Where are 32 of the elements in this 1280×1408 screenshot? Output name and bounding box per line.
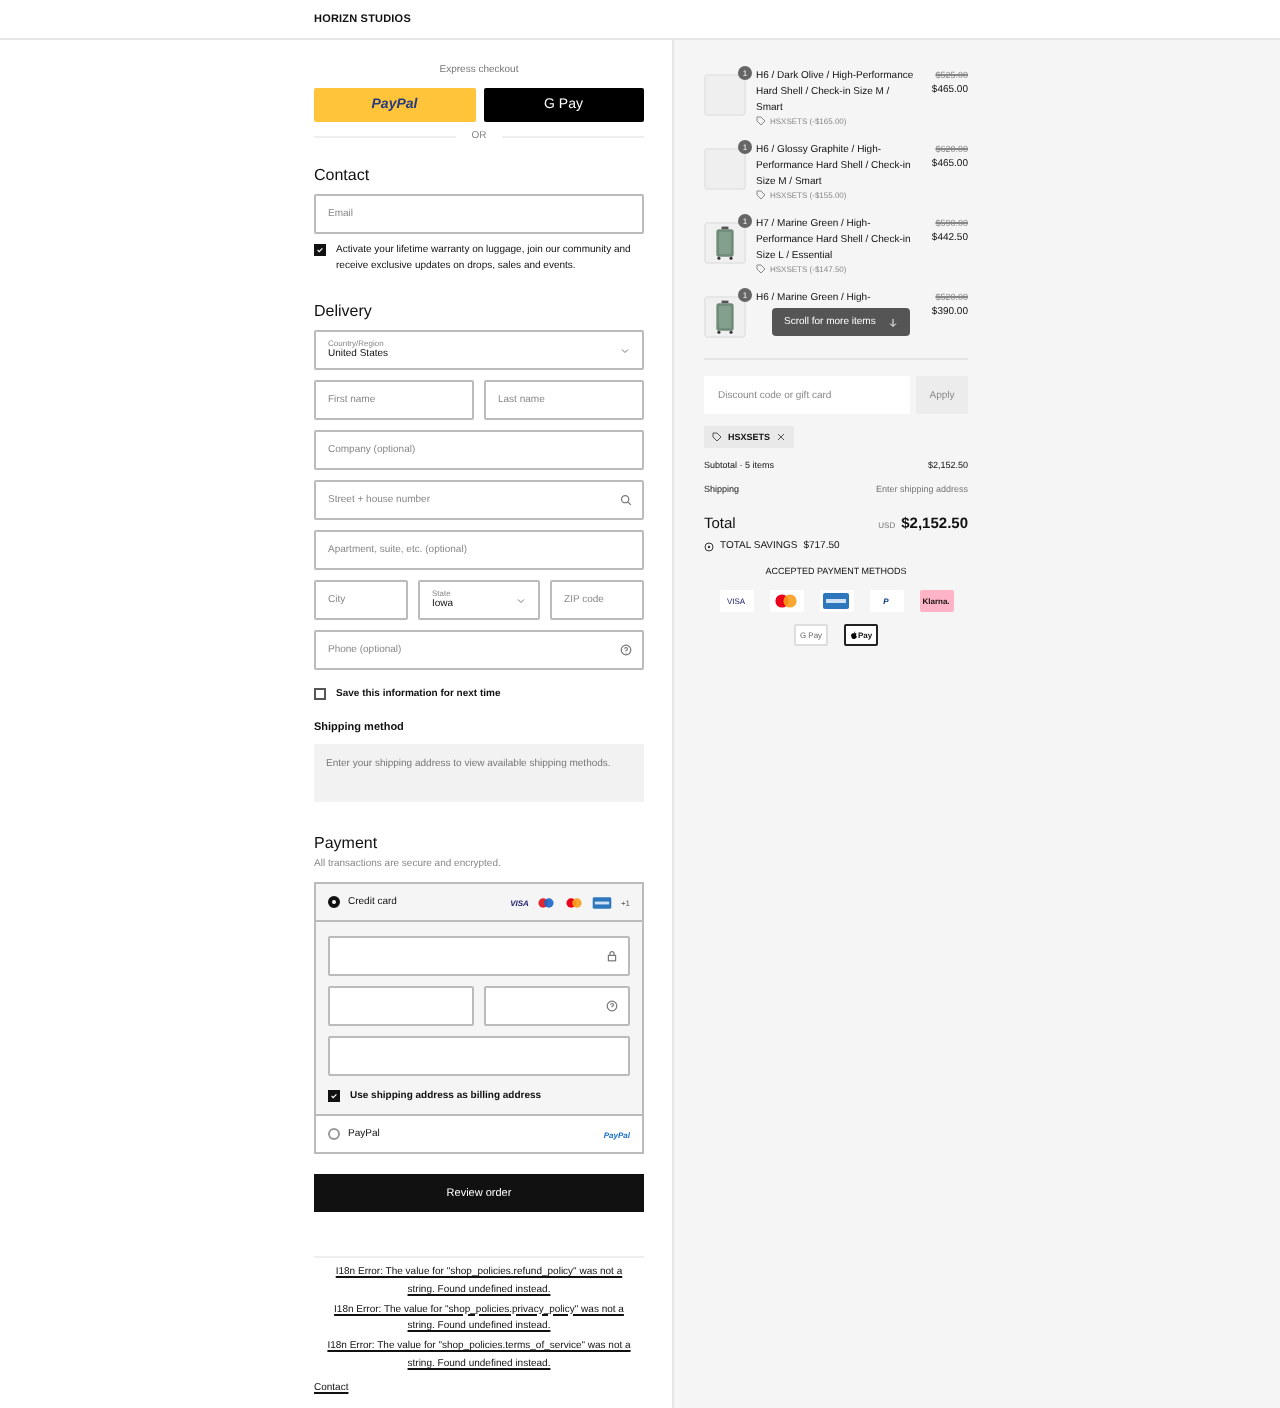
tag-icon [756, 264, 766, 274]
security-code-field[interactable] [484, 986, 630, 1026]
delivery-heading: Delivery [314, 302, 374, 320]
search-icon [620, 494, 632, 506]
checkbox[interactable] [328, 1090, 340, 1102]
help-icon[interactable] [620, 644, 632, 656]
tag-icon [756, 190, 766, 200]
checkbox[interactable] [314, 244, 326, 256]
mastercard-logo-icon [564, 895, 585, 909]
checkbox[interactable] [314, 688, 326, 700]
product-image-placeholder [704, 148, 746, 190]
card-number-field[interactable] [328, 936, 630, 976]
name-on-card-field[interactable] [328, 1036, 630, 1076]
radio-button[interactable] [328, 896, 340, 908]
payment-heading: Payment [314, 834, 380, 852]
arrow-down-icon [887, 317, 898, 327]
radio-button[interactable] [328, 1128, 340, 1140]
expiry-date-field[interactable] [328, 986, 474, 1026]
chevron-down-icon [516, 595, 526, 605]
amex-logo-icon [822, 592, 850, 610]
contact-heading: Contact [314, 166, 372, 184]
chevron-down-icon [620, 345, 630, 355]
tag-icon [712, 432, 722, 442]
lock-icon [606, 950, 618, 962]
amex-logo-icon [592, 895, 613, 909]
help-icon[interactable] [606, 1000, 618, 1012]
savings-tag-icon [704, 541, 714, 551]
tag-icon [756, 116, 766, 126]
product-image-placeholder [704, 74, 746, 116]
close-icon[interactable] [776, 432, 787, 442]
maestro-logo-icon [536, 895, 557, 909]
mastercard-logo-icon [772, 592, 800, 610]
